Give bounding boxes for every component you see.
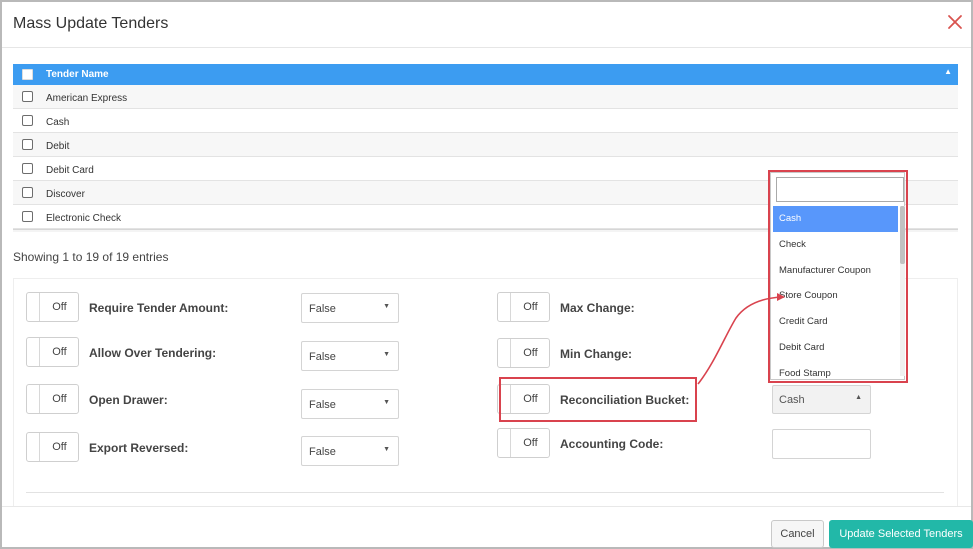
reconciliation-bucket-label: Reconciliation Bucket: — [560, 393, 690, 407]
select-value: False — [309, 351, 336, 363]
update-selected-tenders-button[interactable]: Update Selected Tenders — [829, 520, 973, 548]
select-value: False — [309, 303, 336, 315]
export-reversed-toggle[interactable]: Off — [26, 432, 79, 462]
toggle-knob — [27, 338, 40, 366]
toggle-knob — [27, 433, 40, 461]
modal-title: Mass Update Tenders — [13, 15, 169, 32]
toggle-knob — [27, 385, 40, 413]
accounting-code-label: Accounting Code: — [560, 437, 664, 451]
export-reversed-label: Export Reversed: — [89, 441, 189, 455]
accounting-code-toggle[interactable]: Off — [497, 428, 550, 458]
dropdown-search-input[interactable] — [776, 177, 904, 202]
toggle-knob — [498, 429, 511, 457]
row-checkbox[interactable] — [22, 163, 33, 174]
reconciliation-bucket-select[interactable]: Cash ▲ — [772, 385, 871, 414]
require-tender-amount-label: Require Tender Amount: — [89, 301, 229, 315]
toggle-knob — [498, 339, 511, 367]
mass-update-modal: Mass Update Tenders Tender Name ▲ Americ… — [0, 0, 973, 549]
select-all-checkbox[interactable] — [22, 69, 33, 80]
caret-down-icon: ▼ — [383, 351, 390, 358]
entries-info: Showing 1 to 19 of 19 entries — [13, 250, 169, 264]
allow-over-tendering-label: Allow Over Tendering: — [89, 346, 217, 360]
select-value: False — [309, 446, 336, 458]
close-icon[interactable] — [946, 13, 964, 31]
caret-down-icon: ▼ — [383, 399, 390, 406]
toggle-knob — [498, 293, 511, 321]
reconciliation-bucket-toggle[interactable]: Off — [497, 384, 550, 414]
table-row[interactable]: American Express — [13, 85, 958, 109]
tender-name-cell: Cash — [46, 117, 70, 128]
toggle-label: Off — [523, 301, 538, 313]
tender-name-cell: Discover — [46, 189, 85, 200]
table-row[interactable]: Debit — [13, 133, 958, 157]
max-change-toggle[interactable]: Off — [497, 292, 550, 322]
modal-header: Mass Update Tenders — [2, 2, 971, 48]
open-drawer-toggle[interactable]: Off — [26, 384, 79, 414]
toggle-label: Off — [52, 441, 67, 453]
dropdown-option-credit-card[interactable]: Credit Card — [773, 309, 898, 335]
select-value: False — [309, 399, 336, 411]
row-checkbox[interactable] — [22, 187, 33, 198]
dropdown-option-store-coupon[interactable]: Store Coupon — [773, 283, 898, 309]
footer-divider — [2, 506, 971, 507]
table-row[interactable]: Cash — [13, 109, 958, 133]
tender-name-cell: Electronic Check — [46, 213, 122, 224]
open-drawer-select[interactable]: False ▼ — [301, 389, 399, 419]
caret-down-icon: ▼ — [383, 303, 390, 310]
max-change-label: Max Change: — [560, 301, 635, 315]
select-value: Cash — [779, 394, 805, 406]
export-reversed-select[interactable]: False ▼ — [301, 436, 399, 466]
toggle-label: Off — [523, 393, 538, 405]
row-checkbox[interactable] — [22, 115, 33, 126]
cancel-button[interactable]: Cancel — [771, 520, 824, 548]
dropdown-option-debit-card[interactable]: Debit Card — [773, 335, 898, 361]
require-tender-amount-toggle[interactable]: Off — [26, 292, 79, 322]
open-drawer-label: Open Drawer: — [89, 393, 168, 407]
min-change-toggle[interactable]: Off — [497, 338, 550, 368]
table-header: Tender Name ▲ — [13, 64, 958, 85]
min-change-label: Min Change: — [560, 347, 632, 361]
dropdown-option-manufacturer-coupon[interactable]: Manufacturer Coupon — [773, 258, 898, 284]
sort-asc-icon[interactable]: ▲ — [944, 67, 952, 76]
toggle-label: Off — [523, 437, 538, 449]
caret-down-icon: ▼ — [383, 446, 390, 453]
dropdown-option-food-stamp[interactable]: Food Stamp — [773, 361, 898, 387]
row-checkbox[interactable] — [22, 211, 33, 222]
panel-divider — [26, 492, 944, 493]
accounting-code-input[interactable] — [772, 429, 871, 459]
row-checkbox[interactable] — [22, 139, 33, 150]
tender-name-cell: American Express — [46, 93, 128, 104]
toggle-knob — [498, 385, 511, 413]
tender-name-cell: Debit Card — [46, 165, 94, 176]
caret-up-icon: ▲ — [855, 394, 862, 401]
tender-name-cell: Debit — [46, 141, 70, 152]
toggle-knob — [27, 293, 40, 321]
toggle-label: Off — [52, 346, 67, 358]
toggle-label: Off — [52, 393, 67, 405]
dropdown-option-cash[interactable]: Cash — [773, 206, 898, 232]
row-checkbox[interactable] — [22, 91, 33, 102]
require-tender-amount-select[interactable]: False ▼ — [301, 293, 399, 323]
column-header-tender-name[interactable]: Tender Name — [46, 69, 109, 80]
allow-over-tendering-toggle[interactable]: Off — [26, 337, 79, 367]
toggle-label: Off — [52, 301, 67, 313]
toggle-label: Off — [523, 347, 538, 359]
dropdown-scrollbar[interactable] — [900, 206, 905, 376]
dropdown-options: Cash Check Manufacturer Coupon Store Cou… — [773, 206, 898, 387]
scrollbar-thumb[interactable] — [900, 206, 905, 264]
allow-over-tendering-select[interactable]: False ▼ — [301, 341, 399, 371]
dropdown-option-check[interactable]: Check — [773, 232, 898, 258]
reconciliation-bucket-dropdown: Cash Check Manufacturer Coupon Store Cou… — [770, 172, 905, 380]
